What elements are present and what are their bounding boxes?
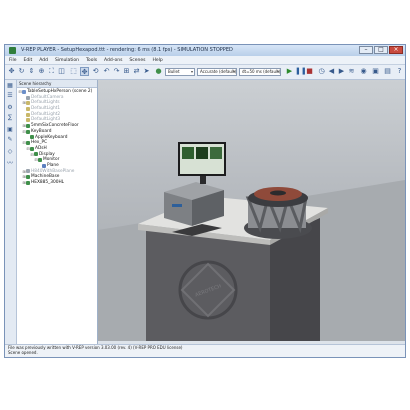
close-button[interactable]: × [389, 46, 403, 54]
collections-icon[interactable]: ▣ [6, 126, 14, 133]
object-icon [26, 141, 30, 146]
pause-icon[interactable]: ❚❚ [295, 67, 307, 76]
object-icon [30, 135, 34, 140]
object-icon [42, 163, 46, 168]
menu-scenes[interactable]: Scenes [129, 56, 145, 64]
object-icon [34, 152, 38, 157]
screen-panel [196, 147, 208, 159]
object-icon [22, 89, 26, 94]
camera-angle-icon[interactable]: ◫ [57, 67, 66, 76]
timestep-select[interactable]: dt=50 ms (default) ▾ [239, 68, 281, 76]
object-icon [26, 106, 30, 111]
zoom-icon[interactable]: ⊕ [37, 67, 46, 76]
scene-selector-icon[interactable]: ▤ [383, 67, 392, 76]
object-icon [26, 95, 30, 100]
screen-panel [210, 147, 222, 159]
object-icon [26, 169, 30, 174]
tree-item[interactable]: ⊞ HEX885_300HL [17, 180, 97, 186]
chevron-down-icon: ▾ [190, 69, 193, 74]
page-selector-icon[interactable]: ▣ [371, 67, 380, 76]
path-edit-icon[interactable]: 〰 [6, 160, 14, 167]
assemble-icon[interactable]: ⊞ [122, 67, 131, 76]
timestep-value: dt=50 ms (default) [242, 69, 281, 74]
status-line-2: Scene opened. [8, 350, 38, 355]
calculation-modules-icon[interactable]: ∑ [6, 114, 14, 121]
engine-select[interactable]: Bullet ▾ [165, 68, 195, 76]
hexapod-center-hole [270, 190, 286, 196]
scene-hierarchy-title: Scene hierarchy [17, 80, 97, 88]
play-icon[interactable]: ▶ [285, 67, 294, 76]
threaded-render-icon[interactable]: ≋ [347, 67, 356, 76]
app-icon [9, 47, 16, 54]
application-window: V-REP PLAYER - SetupHexapod.ttt - render… [4, 44, 406, 358]
rotate-icon[interactable]: ↻ [17, 67, 26, 76]
redo-icon[interactable]: ↷ [112, 67, 121, 76]
accuracy-value: Accurate (default) [200, 69, 237, 74]
pointer-icon[interactable]: ➤ [142, 67, 151, 76]
object-rotate-icon[interactable]: ⟲ [91, 67, 100, 76]
object-icon [30, 146, 34, 151]
window-controls: – □ × [359, 46, 403, 54]
left-toolbar: ▦ ☰ ⚙ ∑ ▣ ✎ ◇ 〰 [5, 80, 17, 344]
select-icon[interactable]: ⬚ [69, 67, 78, 76]
pan-icon[interactable]: ✥ [7, 67, 16, 76]
stop-icon[interactable]: ■ [305, 67, 314, 76]
chevron-down-icon: ▾ [232, 69, 235, 74]
engine-value: Bullet [168, 69, 180, 74]
status-bar: File was previously written with V-REP v… [5, 344, 405, 357]
object-icon [38, 158, 42, 163]
3d-viewport[interactable]: AEROTECH [98, 80, 405, 344]
real-time-icon[interactable]: ◷ [317, 67, 326, 76]
maximize-button[interactable]: □ [374, 46, 388, 54]
main-toolbar: ✥ ↻ ⇕ ⊕ ⛶ ◫ ⬚ ✥ ⟲ ↶ ↷ ⊞ ⇄ ➤ ● Bullet ▾ Ac… [5, 65, 405, 80]
object-shift-icon[interactable]: ✥ [80, 67, 89, 76]
object-icon [26, 112, 30, 117]
object-icon [26, 129, 30, 134]
transfer-dna-icon[interactable]: ⇄ [132, 67, 141, 76]
slower-icon[interactable]: ◀ [327, 67, 336, 76]
menu-add[interactable]: Add [39, 56, 48, 64]
minimize-button[interactable]: – [359, 46, 373, 54]
pc-front-panel [172, 204, 182, 207]
object-icon [26, 101, 30, 106]
object-icon [26, 175, 30, 180]
undo-icon[interactable]: ↶ [102, 67, 111, 76]
object-icon [26, 118, 30, 123]
fit-view-icon[interactable]: ⛶ [47, 67, 56, 76]
screen-panel [182, 147, 194, 159]
shape-edit-icon[interactable]: ◇ [6, 148, 14, 155]
object-icon [26, 180, 30, 185]
chevron-down-icon: ▾ [276, 69, 279, 74]
menu-help[interactable]: Help [153, 56, 163, 64]
menu-simulation[interactable]: Simulation [55, 56, 79, 64]
help-icon[interactable]: ? [395, 67, 404, 76]
dynamics-icon[interactable]: ● [154, 67, 163, 76]
menu-addons[interactable]: Add-ons [104, 56, 122, 64]
object-icon [26, 123, 30, 128]
object-properties-icon[interactable]: ⚙ [6, 104, 14, 111]
faster-icon[interactable]: ▶ [337, 67, 346, 76]
monitor-stand [200, 176, 206, 184]
menu-file[interactable]: File [9, 56, 17, 64]
scene-hierarchy-icon[interactable]: ☰ [6, 92, 14, 99]
scripts-icon[interactable]: ✎ [6, 136, 14, 143]
scene-hierarchy-panel: Scene hierarchy ⊟ TableSetupHxPerson (sce… [17, 80, 98, 344]
menu-tools[interactable]: Tools [86, 56, 97, 64]
window-title: V-REP PLAYER - SetupHexapod.ttt - render… [21, 47, 233, 53]
accuracy-select[interactable]: Accurate (default) ▾ [197, 68, 237, 76]
tree-item-label: HEX885_300HL [31, 180, 65, 185]
menu-bar: File Edit Add Simulation Tools Add-ons S… [5, 56, 405, 65]
model-browser-icon[interactable]: ▦ [6, 82, 14, 89]
menu-edit[interactable]: Edit [24, 56, 33, 64]
shift-icon[interactable]: ⇕ [27, 67, 36, 76]
scene-tree: ⊟ TableSetupHxPerson (scene 2) DefaultCame… [17, 88, 97, 186]
scene-render: AEROTECH [98, 142, 405, 344]
toggle-visualization-icon[interactable]: ◉ [359, 67, 368, 76]
